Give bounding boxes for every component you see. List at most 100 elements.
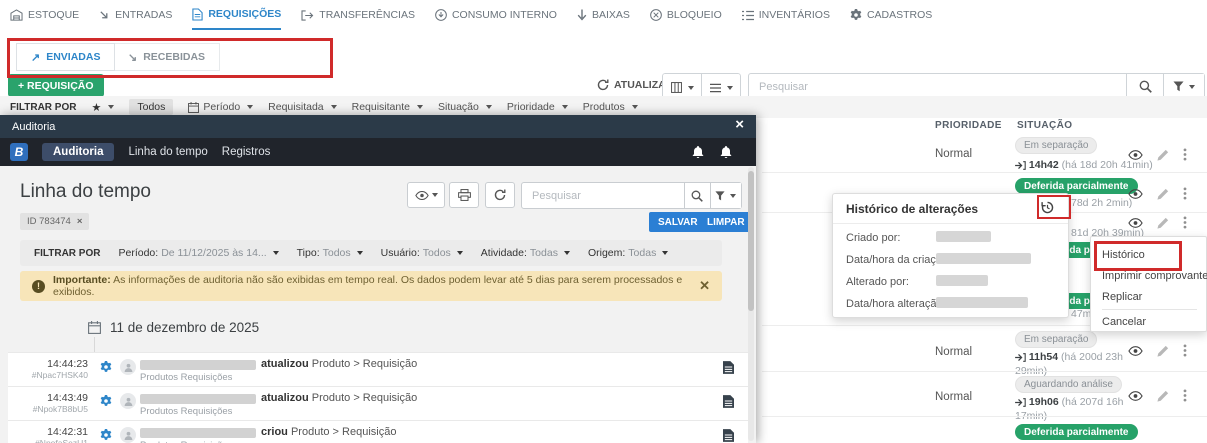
modal-filter-usuario[interactable]: Usuário: Todos [381,247,463,259]
timeline-event[interactable]: 14:44:23 #Npac7HSK40 atualizou Produto > … [8,352,748,387]
chevron-down-icon [330,105,337,109]
edit-icon[interactable] [1157,345,1169,357]
status-time: 11h54 (há 200d 23h 29min) [1015,350,1127,378]
event-time: 14:44:23 [47,358,88,370]
status-time-value: 11h54 [1028,351,1059,363]
row-prioridade: Normal [935,148,973,160]
timeline-event[interactable]: 14:42:31 #NpofaSezU1 criou Produto > Requ… [8,420,748,443]
status-time-value: 14h42 [1028,159,1059,171]
modal-nav-registros[interactable]: Registros [222,146,271,158]
view-icon[interactable] [1128,391,1143,401]
clear-button[interactable]: LIMPAR [698,212,754,232]
modal-scrollbar[interactable] [748,167,754,441]
more-actions-icon[interactable] [1183,389,1187,402]
close-icon[interactable]: × [735,116,744,133]
bell-icon[interactable] [692,146,704,159]
edit-icon[interactable] [1157,149,1169,161]
chevron-down-icon [631,105,638,109]
more-actions-icon[interactable] [1183,344,1187,357]
filter-label: FILTRAR POR [10,101,77,113]
avatar [120,393,136,409]
modal-search-button[interactable] [684,183,710,208]
view-icon[interactable] [1128,150,1143,160]
chevron-down-icon [687,85,694,90]
tab-recebidas[interactable]: ↘ RECEBIDAS [113,43,221,71]
modal-filter-tipo[interactable]: Tipo: Todos [297,247,363,259]
more-actions-icon[interactable] [1183,148,1187,161]
filter-requisitada[interactable]: Requisitada [268,101,337,113]
tab-enviadas[interactable]: ↗ ENVIADAS [16,43,116,71]
modal-search-input[interactable] [522,183,684,208]
event-target: Produto > Requisição [290,426,397,438]
modal-filter-name: Tipo: [296,247,320,259]
history-popup: Histórico de alterações Criado por: Data… [832,193,1069,318]
event-time-block: 14:42:31 #NpofaSezU1 [16,426,88,443]
search-icon [691,190,703,202]
timeline-event[interactable]: 14:43:49 #Npok7B8bU5 atualizou Produto > … [8,386,748,421]
nav-estoque[interactable]: ESTOQUE [10,1,79,29]
history-icon[interactable] [1041,201,1054,214]
menu-item-historico[interactable]: Histórico [1102,249,1145,261]
modal-filter-atividade[interactable]: Atividade: Todas [481,247,570,259]
nav-baixas[interactable]: BAIXAS [577,1,630,29]
modal-filter-origem[interactable]: Origem: Todas [587,247,669,259]
remove-tag-icon[interactable]: × [77,216,83,227]
chevron-down-icon [247,105,254,109]
filter-periodo[interactable]: Período [188,101,254,113]
document-icon[interactable] [723,429,734,442]
filter-requisitante[interactable]: Requisitante [352,101,423,113]
edit-icon[interactable] [1157,217,1169,229]
modal-nav-linha-do-tempo[interactable]: Linha do tempo [128,146,207,158]
view-icon[interactable] [1128,218,1143,228]
more-actions-icon[interactable] [1183,187,1187,200]
modal-filter-bar: FILTRAR POR Período: De 11/12/2025 às 14.… [20,240,722,266]
new-requisicao-button[interactable]: + REQUISIÇÃO [8,74,104,97]
filter-produtos[interactable]: Produtos [583,101,638,113]
menu-item-cancelar[interactable]: Cancelar [1102,316,1146,328]
bell-alert-icon[interactable] [720,146,732,159]
filter-prioridade[interactable]: Prioridade [507,101,568,113]
modal-filter-name: Origem: [587,247,626,259]
row-context-menu: Histórico Imprimir comprovante Replicar … [1090,236,1207,332]
chevron-down-icon [456,251,463,255]
menu-item-imprimir-comprovante[interactable]: Imprimir comprovante [1102,270,1207,282]
modal-filter-periodo[interactable]: Período: De 11/12/2025 às 14... [118,247,279,259]
favorites-filter[interactable]: ★ [91,101,115,114]
notice-text: Importante: As informações de auditoria … [53,274,691,298]
modal-filter-value: Todos [322,247,351,259]
filter-dropdown-label: Prioridade [506,101,555,113]
event-time-block: 14:43:49 #Npok7B8bU5 [16,392,88,414]
visibility-button[interactable] [407,182,445,208]
reload-button[interactable] [485,182,515,208]
modal-title: Auditoria [12,120,56,133]
edit-icon[interactable] [1157,390,1169,402]
edit-icon[interactable] [1157,188,1169,200]
event-action: atualizou [261,392,309,404]
nav-requisicoes[interactable]: REQUISIÇÕES [192,0,282,30]
nav-label: TRANSFERÊNCIAS [319,9,415,21]
event-id: #Npok7B8bU5 [32,404,88,414]
warehouse-icon [10,9,23,21]
print-button[interactable] [449,182,479,208]
view-icon[interactable] [1128,346,1143,356]
filter-situacao[interactable]: Situação [438,101,492,113]
menu-item-replicar[interactable]: Replicar [1102,291,1142,303]
nav-consumo-interno[interactable]: CONSUMO INTERNO [435,1,557,29]
nav-cadastros[interactable]: CADASTROS [850,1,932,29]
document-icon[interactable] [723,395,734,408]
nav-entradas[interactable]: ENTRADAS [99,1,172,29]
modal-nav-auditoria[interactable]: Auditoria [42,143,115,161]
filter-tag[interactable]: ID 783474 × [20,213,90,230]
brand-logo: B [10,143,28,161]
more-actions-icon[interactable] [1183,216,1187,229]
nav-bloqueio[interactable]: BLOQUEIO [650,1,722,29]
document-icon[interactable] [723,361,734,374]
dismiss-notice-icon[interactable]: ✕ [699,278,710,294]
filter-todos-chip[interactable]: Todos [129,99,174,115]
chevron-down-icon [417,105,423,109]
scrollbar-thumb[interactable] [748,171,754,311]
person-icon [124,363,133,372]
nav-transferencias[interactable]: TRANSFERÊNCIAS [301,1,415,29]
modal-filter-button[interactable] [709,183,741,208]
nav-inventarios[interactable]: INVENTÁRIOS [742,1,830,29]
